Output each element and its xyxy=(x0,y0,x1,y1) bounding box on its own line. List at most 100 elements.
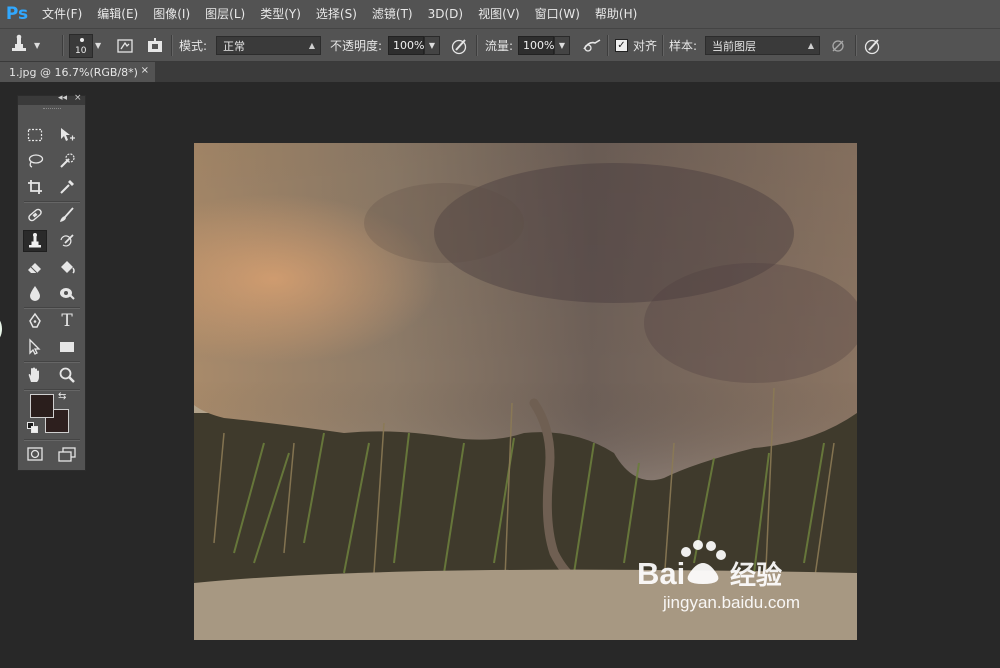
history-brush-tool[interactable] xyxy=(55,230,79,252)
mode-value: 正常 xyxy=(223,39,245,53)
quick-mask-icon xyxy=(27,447,43,461)
baidu-watermark: Bai 经验 jingyan.baidu.com xyxy=(637,540,800,612)
pen-tool[interactable] xyxy=(23,310,47,332)
brush-icon xyxy=(60,207,74,222)
clone-stamp-tool[interactable] xyxy=(23,230,47,252)
quick-selection-tool[interactable] xyxy=(55,150,79,172)
mode-dropdown[interactable]: 正常 ▲ xyxy=(216,36,321,55)
dodge-tool[interactable] xyxy=(55,282,79,304)
menu-filter[interactable]: 滤镜(T) xyxy=(364,0,420,28)
preset-dropdown-arrow-icon[interactable]: ▼ xyxy=(34,41,40,50)
airbrush-button[interactable] xyxy=(581,29,603,62)
document-tab[interactable]: 1.jpg @ 16.7%(RGB/8*) × xyxy=(0,62,155,82)
tool-preset-picker[interactable]: ▼ xyxy=(8,29,40,62)
path-selection-tool[interactable] xyxy=(23,336,47,358)
sample-value: 当前图层 xyxy=(712,39,756,53)
menu-edit[interactable]: 编辑(E) xyxy=(89,0,145,28)
pressure-size-icon xyxy=(863,36,883,56)
hand-tool[interactable] xyxy=(23,364,47,386)
clone-stamp-icon xyxy=(8,34,30,58)
close-panel-icon[interactable]: × xyxy=(74,93,82,103)
menu-file[interactable]: 文件(F) xyxy=(34,0,89,28)
pen-icon xyxy=(29,312,41,328)
brush-panel-icon xyxy=(115,37,135,55)
tools-panel: ◂◂ × T ⇆ xyxy=(17,93,86,471)
opacity-input[interactable]: 100% xyxy=(388,36,424,55)
screen-mode-icon xyxy=(58,447,76,462)
zoom-tool[interactable] xyxy=(55,364,79,386)
foreground-color-swatch[interactable] xyxy=(30,394,54,418)
move-tool[interactable] xyxy=(55,124,79,146)
type-tool[interactable]: T xyxy=(55,310,79,332)
menu-3d[interactable]: 3D(D) xyxy=(420,0,470,28)
clone-source-panel-button[interactable] xyxy=(145,29,165,62)
watermark-brand2: 经验 xyxy=(730,560,782,591)
history-brush-icon xyxy=(60,234,74,247)
aligned-label: 对齐 xyxy=(633,39,658,53)
opacity-label: 不透明度: xyxy=(330,39,383,53)
menu-window[interactable]: 窗口(W) xyxy=(527,0,587,28)
rectangle-icon xyxy=(60,342,74,352)
brush-preview[interactable]: 10 xyxy=(69,33,93,58)
brush-tip-icon xyxy=(80,37,84,42)
opacity-dropdown-button[interactable]: ▼ xyxy=(424,36,440,55)
menu-bar: Ps 文件(F) 编辑(E) 图像(I) 图层(L) 类型(Y) 选择(S) 滤… xyxy=(0,0,1000,28)
menu-layer[interactable]: 图层(L) xyxy=(197,0,252,28)
ignore-adjustment-layers-button[interactable] xyxy=(829,29,847,62)
flow-dropdown-button[interactable]: ▼ xyxy=(554,36,570,55)
eraser-tool[interactable] xyxy=(23,256,47,278)
pressure-size-button[interactable] xyxy=(863,29,883,62)
pressure-opacity-button[interactable] xyxy=(450,29,470,62)
water-drop-icon xyxy=(30,286,40,301)
menu-type[interactable]: 类型(Y) xyxy=(252,0,308,28)
path-selection-icon xyxy=(29,338,41,355)
default-colors-icon[interactable] xyxy=(27,422,39,434)
crop-tool[interactable] xyxy=(23,176,47,198)
blur-tool[interactable] xyxy=(23,282,47,304)
type-icon: T xyxy=(61,311,73,331)
pressure-pen-icon xyxy=(450,36,470,56)
eraser-icon xyxy=(28,263,41,274)
lasso-tool[interactable] xyxy=(23,150,47,172)
quick-mask-button[interactable] xyxy=(23,443,47,465)
panel-grip[interactable] xyxy=(18,105,85,113)
options-bar: ▼ 10 ▼ 模式: 正常 ▲ 不透明度: 100% ▼ 流量: 100% ▼ … xyxy=(0,28,1000,62)
document-tab-title: 1.jpg @ 16.7%(RGB/8*) xyxy=(9,65,138,79)
document-image[interactable]: Bai 经验 jingyan.baidu.com xyxy=(194,143,857,640)
flow-label: 流量: xyxy=(485,39,514,53)
rect-marquee-icon xyxy=(27,128,43,142)
watermark-url: jingyan.baidu.com xyxy=(662,593,800,612)
menu-help[interactable]: 帮助(H) xyxy=(587,0,644,28)
rectangle-tool[interactable] xyxy=(55,336,79,358)
sample-dropdown[interactable]: 当前图层 ▲ xyxy=(705,36,820,55)
brush-size: 10 xyxy=(75,45,87,56)
mode-label: 模式: xyxy=(179,39,208,53)
brush-dropdown-arrow-icon[interactable]: ▼ xyxy=(95,41,101,50)
zoom-icon xyxy=(59,367,75,383)
step-number-badge: 41 xyxy=(0,320,2,338)
brush-panel-toggle-button[interactable] xyxy=(115,29,135,62)
menu-view[interactable]: 视图(V) xyxy=(470,0,527,28)
aligned-checkbox[interactable]: ✓ xyxy=(615,39,628,52)
swap-colors-icon[interactable]: ⇆ xyxy=(58,391,66,402)
quick-selection-icon xyxy=(60,153,75,168)
aligned-checkbox-group[interactable]: ✓ 对齐 xyxy=(615,29,657,62)
tools-panel-header[interactable]: ◂◂ × xyxy=(18,93,85,105)
menu-image[interactable]: 图像(I) xyxy=(145,0,197,28)
eyedropper-icon xyxy=(60,180,74,194)
marquee-tool[interactable] xyxy=(23,124,47,146)
brush-tool[interactable] xyxy=(55,204,79,226)
document-tab-bar: 1.jpg @ 16.7%(RGB/8*) × xyxy=(0,62,1000,82)
healing-brush-tool[interactable] xyxy=(23,204,47,226)
dropdown-arrows-icon: ▲ xyxy=(308,41,315,50)
eyedropper-tool[interactable] xyxy=(55,176,79,198)
flow-input[interactable]: 100% xyxy=(518,36,554,55)
paint-bucket-tool[interactable] xyxy=(55,256,79,278)
brush-picker[interactable]: 10 ▼ xyxy=(69,29,101,62)
move-icon xyxy=(61,128,75,141)
collapse-panel-icon[interactable]: ◂◂ xyxy=(58,93,67,103)
menu-select[interactable]: 选择(S) xyxy=(308,0,364,28)
screen-mode-button[interactable] xyxy=(55,443,79,465)
close-icon[interactable]: × xyxy=(141,65,149,76)
sample-label: 样本: xyxy=(669,39,698,53)
